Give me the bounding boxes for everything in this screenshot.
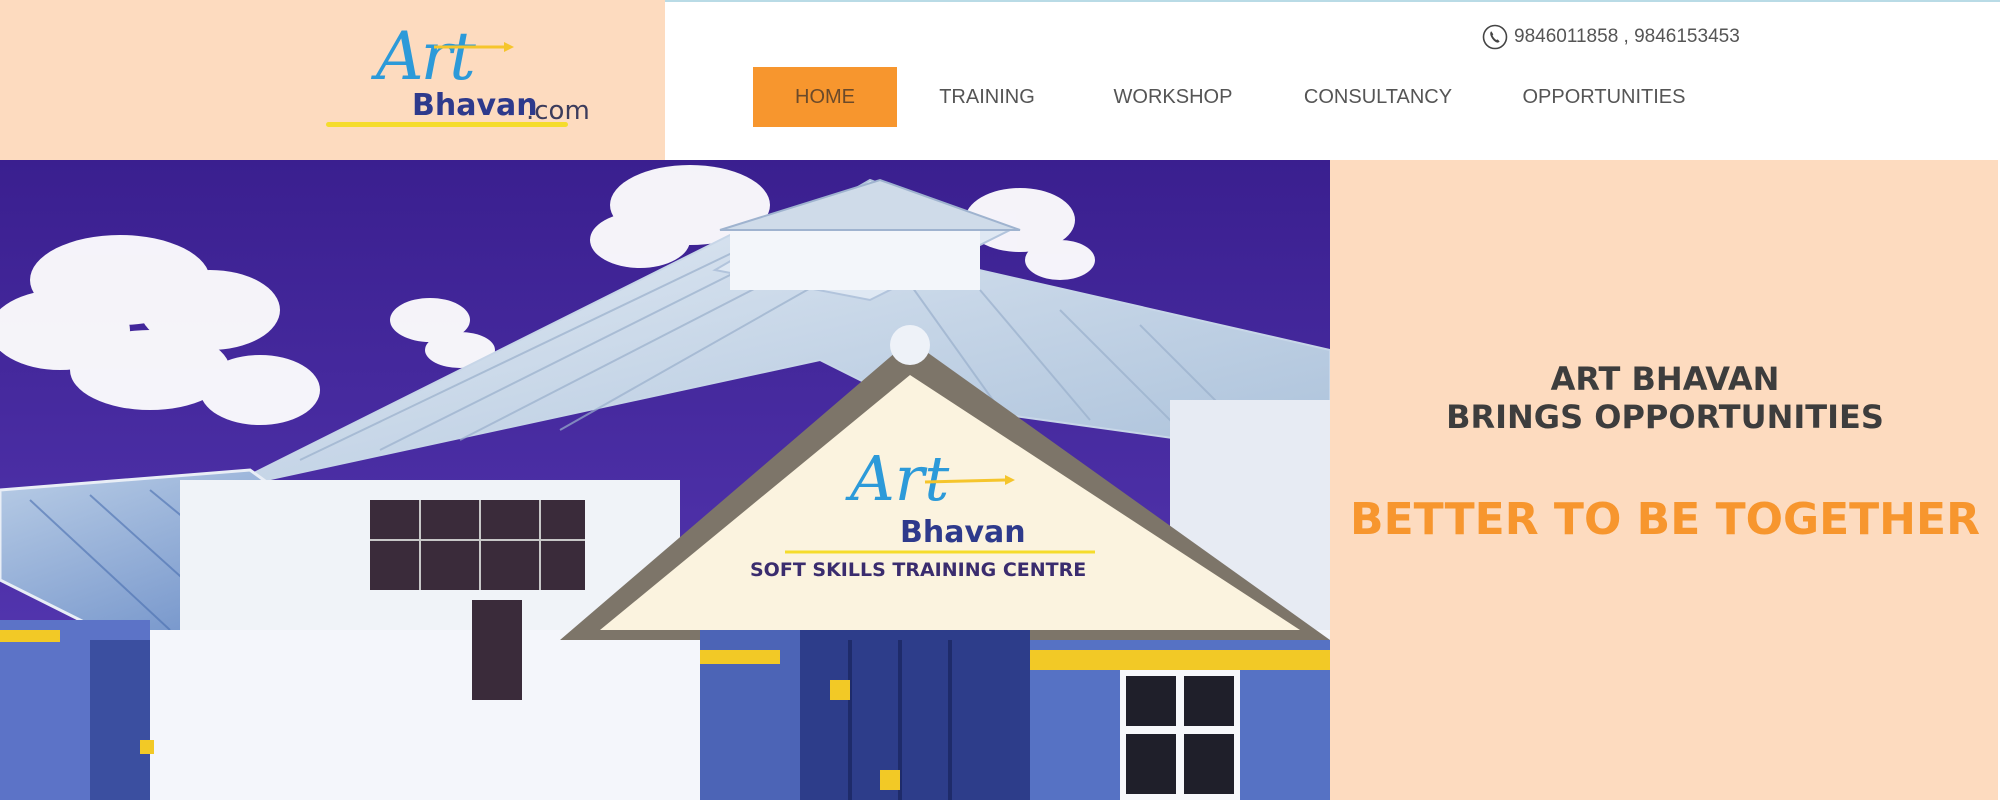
- hero-text-panel: ART BHAVAN BRINGS OPPORTUNITIES BETTER T…: [1330, 160, 2000, 800]
- nav-item-workshop[interactable]: WORKSHOP: [1077, 67, 1269, 127]
- main-nav: HOME TRAINING WORKSHOP CONSULTANCY OPPOR…: [753, 67, 1721, 127]
- nav-item-training[interactable]: TRAINING: [897, 67, 1077, 127]
- hero-heading-line1: ART BHAVAN: [1550, 360, 1780, 398]
- hero-heading-line2: BRINGS OPPORTUNITIES: [1446, 398, 1884, 436]
- phone-number-text: 9846011858 , 9846153453: [1514, 26, 1740, 47]
- sign-logo-name: Bhavan: [900, 515, 1026, 550]
- logo-name-text: Bhavan: [412, 88, 538, 123]
- logo-underline: [326, 122, 568, 127]
- logo-panel: Art Bhavan .com: [0, 0, 665, 160]
- nav-item-opportunities[interactable]: OPPORTUNITIES: [1487, 67, 1721, 127]
- hero-heading: ART BHAVAN BRINGS OPPORTUNITIES: [1330, 360, 2000, 436]
- sign-logo-script: Art: [845, 442, 949, 515]
- logo-arrow-icon: [434, 42, 514, 52]
- sign-subtitle: SOFT SKILLS TRAINING CENTRE: [750, 559, 1086, 581]
- hero-banner-image: Art Bhavan SOFT SKILLS TRAINING CENTRE: [0, 160, 1330, 800]
- site-logo[interactable]: Art Bhavan .com: [326, 18, 590, 138]
- phone-icon: [1482, 24, 1508, 50]
- nav-item-home[interactable]: HOME: [753, 67, 897, 127]
- logo-script-text: Art: [376, 18, 476, 95]
- contact-phone: 9846011858 , 9846153453: [1482, 24, 1740, 50]
- hero-tagline: BETTER TO BE TOGETHER: [1350, 494, 1980, 545]
- nav-item-consultancy[interactable]: CONSULTANCY: [1269, 67, 1487, 127]
- building-illustration: Art Bhavan SOFT SKILLS TRAINING CENTRE: [0, 160, 1330, 800]
